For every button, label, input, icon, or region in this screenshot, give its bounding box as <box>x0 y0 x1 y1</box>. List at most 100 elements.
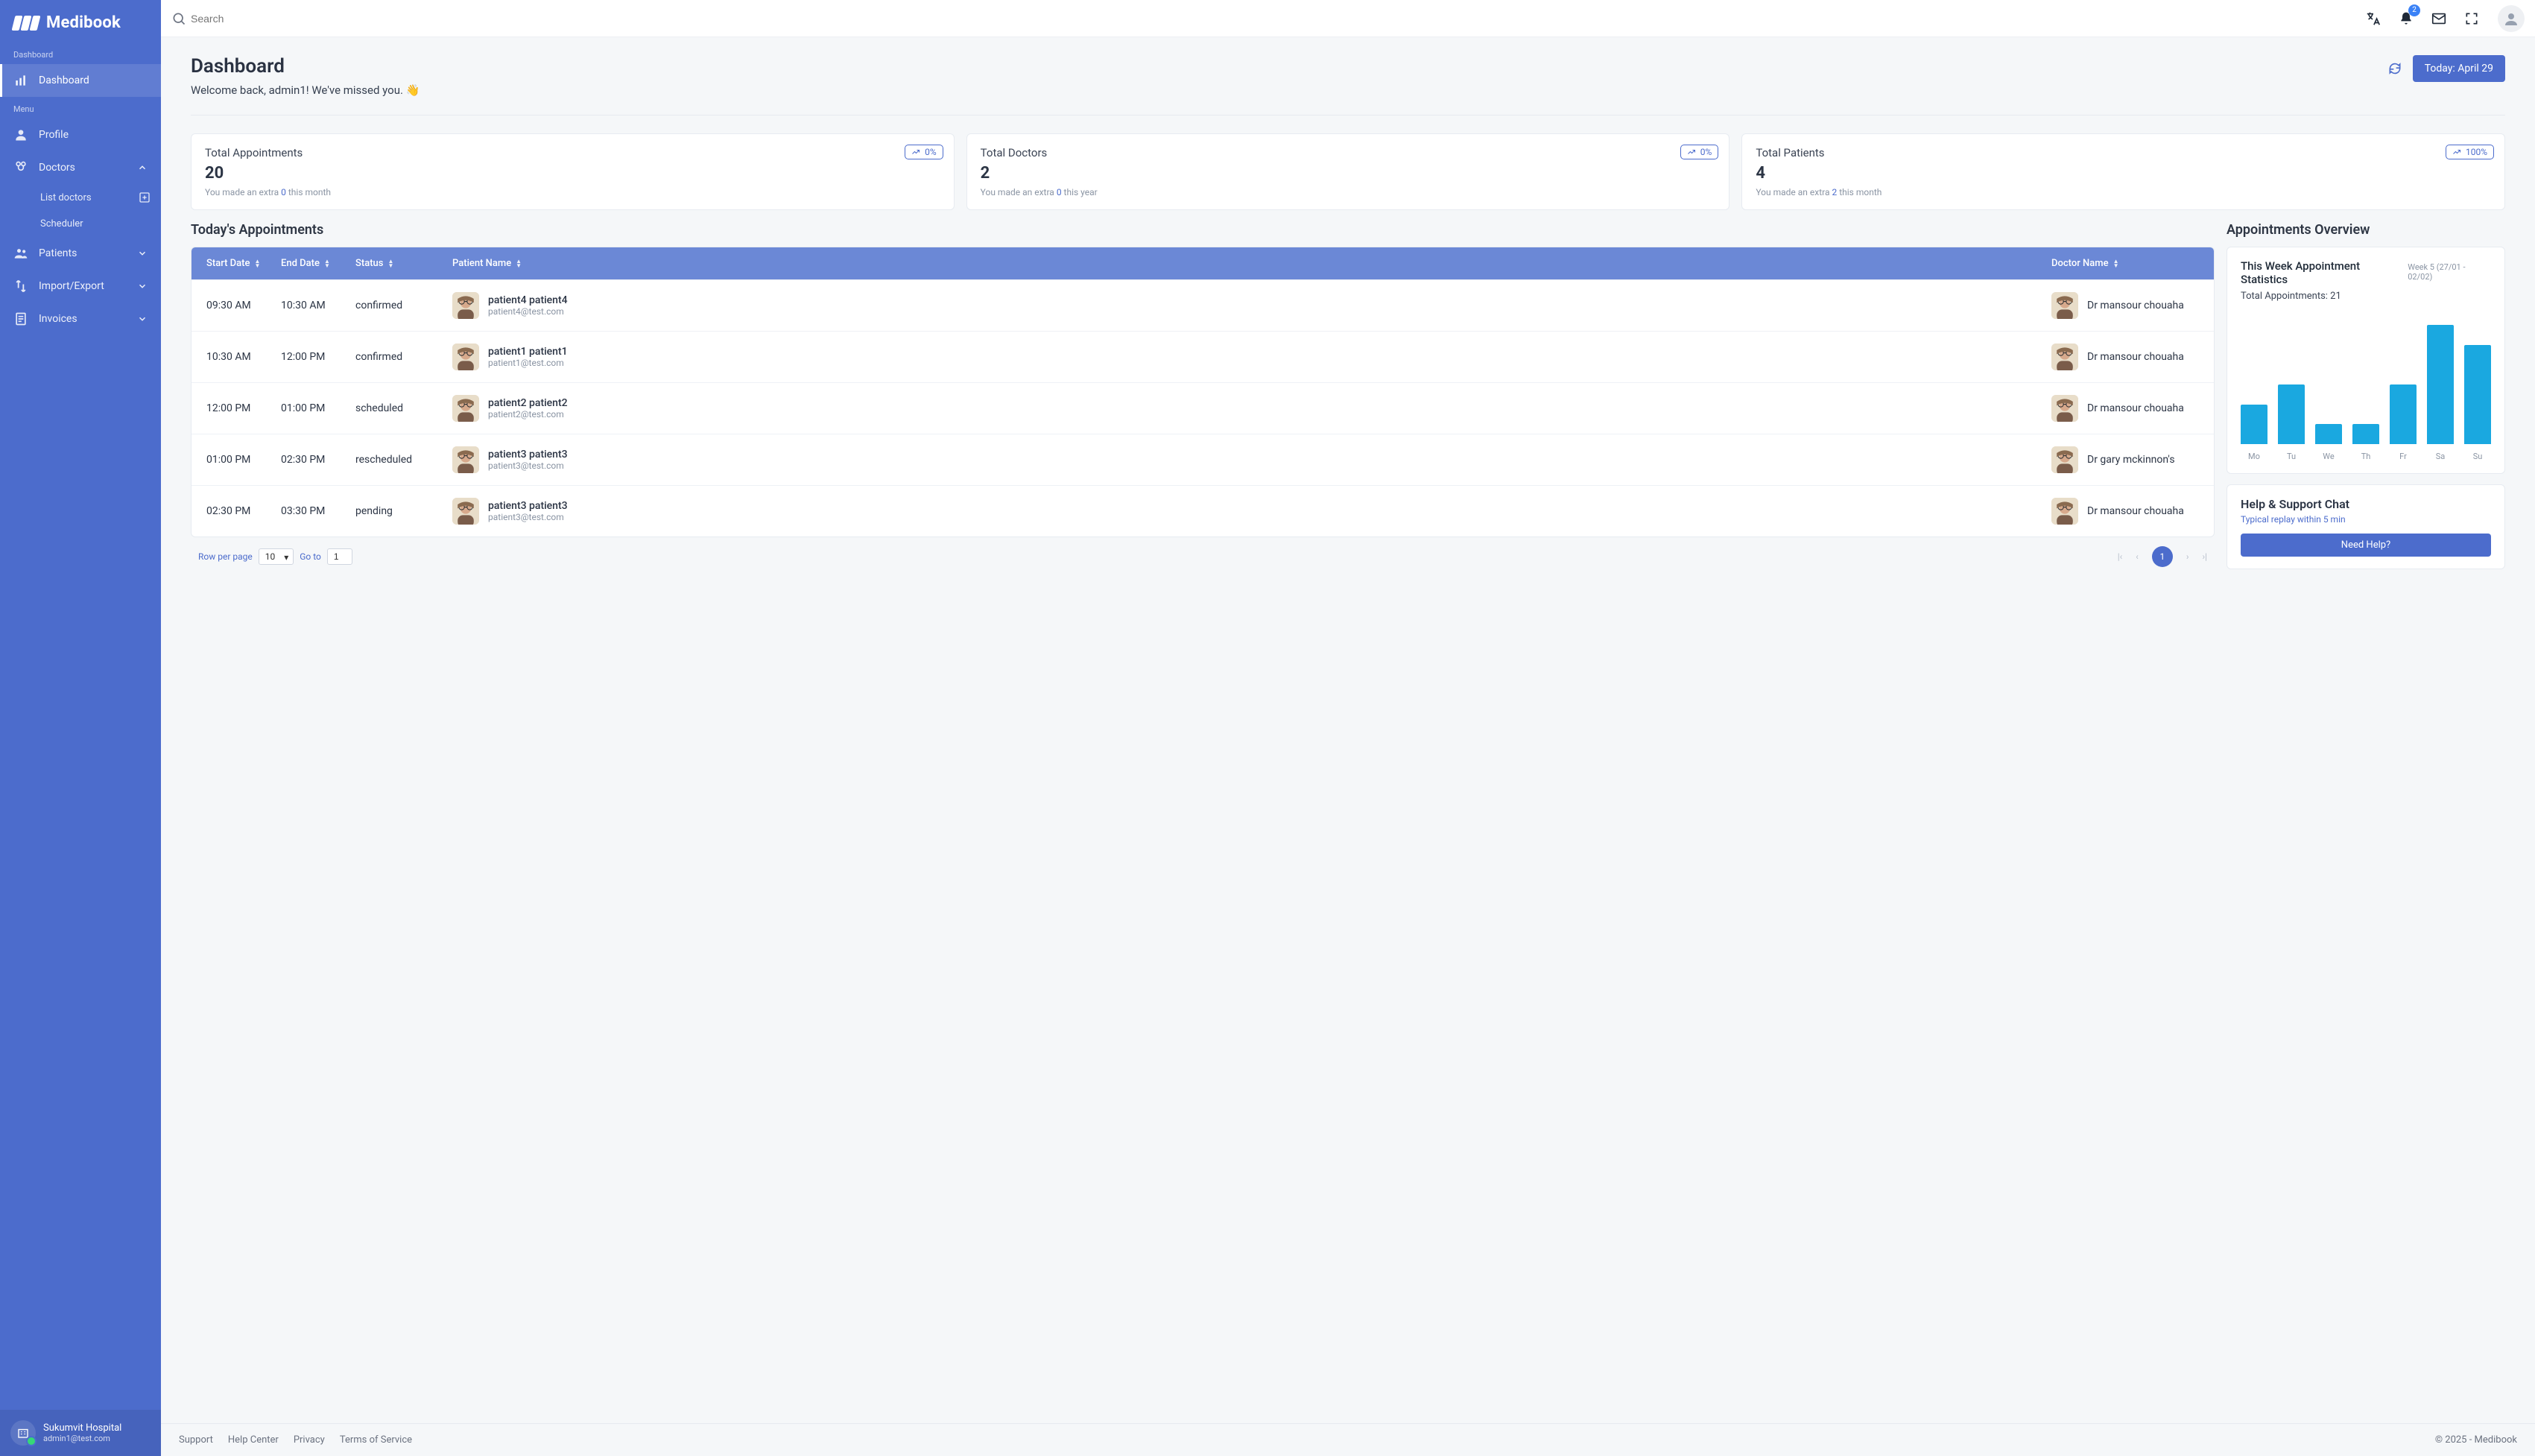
next-page-icon[interactable]: › <box>2186 551 2189 562</box>
bar-icon <box>2278 384 2305 444</box>
patient-name: patient4 patient4 <box>488 294 568 306</box>
brand-logo[interactable]: Medibook <box>0 0 161 42</box>
col-header-end[interactable]: End Date▲▼ <box>276 258 351 269</box>
stat-pct-badge: 0% <box>905 145 943 159</box>
fullscreen-icon[interactable] <box>2462 9 2481 28</box>
patient-cell: patient3 patient3patient3@test.com <box>452 498 568 525</box>
stat-pct-badge: 100% <box>2446 145 2494 159</box>
sidebar-item-label: Profile <box>39 129 69 141</box>
person-icon <box>13 127 28 142</box>
chevron-up-icon <box>137 162 148 173</box>
sidebar-item-doctors[interactable]: Doctors <box>0 151 161 184</box>
chart-total: Total Appointments: 21 <box>2241 291 2491 302</box>
col-header-doctor[interactable]: Doctor Name▲▼ <box>2047 258 2203 269</box>
notifications-icon[interactable]: 2 <box>2396 9 2416 28</box>
stat-card: Total Patients100%4You made an extra 2 t… <box>1741 133 2505 210</box>
table-row[interactable]: 02:30 PM03:30 PMpendingpatient3 patient3… <box>192 485 2214 536</box>
sidebar-sub-list-doctors[interactable]: List doctors <box>0 184 161 211</box>
bar-chart-icon <box>13 73 28 88</box>
appointments-title: Today's Appointments <box>191 222 2215 238</box>
doctor-name: Dr mansour chouaha <box>2087 402 2184 414</box>
cell-end: 10:30 AM <box>276 300 351 311</box>
bar-icon <box>2315 424 2342 444</box>
search-icon <box>171 11 186 26</box>
bar-chart: MoTuWeThFrSaSu <box>2241 312 2491 461</box>
doctor-avatar-icon <box>2051 395 2078 422</box>
plus-box-icon <box>139 192 151 203</box>
bar-icon <box>2241 405 2267 444</box>
sidebar-footer[interactable]: Sukumvit Hospital admin1@test.com <box>0 1410 161 1456</box>
stat-title: Total Appointments <box>205 146 940 159</box>
chart-bar: Fr <box>2390 384 2417 461</box>
patient-name: patient2 patient2 <box>488 397 568 409</box>
bar-icon <box>2427 325 2454 444</box>
sidebar-item-patients[interactable]: Patients <box>0 237 161 270</box>
bar-label: Su <box>2473 452 2483 461</box>
doctor-name: Dr gary mckinnon's <box>2087 454 2175 466</box>
goto-label: Go to <box>300 551 321 562</box>
overview-chart-card: This Week Appointment Statistics Week 5 … <box>2227 247 2505 474</box>
bar-label: Sa <box>2436 452 2446 461</box>
translate-icon[interactable] <box>2364 9 2383 28</box>
goto-input[interactable] <box>327 548 352 565</box>
need-help-button[interactable]: Need Help? <box>2241 534 2491 557</box>
doctor-avatar-icon <box>2051 344 2078 370</box>
doctor-cell: Dr mansour chouaha <box>2051 498 2184 525</box>
sidebar-item-import-export[interactable]: Import/Export <box>0 270 161 303</box>
sidebar-item-profile[interactable]: Profile <box>0 118 161 151</box>
rpp-select[interactable]: 10 ▾ <box>259 548 294 565</box>
prev-page-icon[interactable]: ‹ <box>2136 551 2139 562</box>
patient-name: patient3 patient3 <box>488 449 568 460</box>
stat-value: 20 <box>205 164 940 183</box>
col-header-patient[interactable]: Patient Name▲▼ <box>448 258 2047 269</box>
sidebar-item-label: Import/Export <box>39 280 104 292</box>
patient-cell: patient2 patient2patient2@test.com <box>452 395 568 422</box>
mail-icon[interactable] <box>2429 9 2449 28</box>
user-avatar[interactable] <box>2498 5 2525 32</box>
sidebar-section-menu: Menu <box>0 97 161 118</box>
cell-start: 12:00 PM <box>202 402 276 414</box>
doctor-avatar-icon <box>2051 498 2078 525</box>
patient-avatar-icon <box>452 395 479 422</box>
sidebar-sub-scheduler[interactable]: Scheduler <box>0 211 161 237</box>
footer-terms[interactable]: Terms of Service <box>340 1434 412 1446</box>
footer-copyright: © 2025 - Medibook <box>2435 1434 2517 1446</box>
sort-icon: ▲▼ <box>254 259 260 268</box>
bar-label: Th <box>2361 452 2371 461</box>
col-header-status[interactable]: Status▲▼ <box>351 258 448 269</box>
table-row[interactable]: 09:30 AM10:30 AMconfirmedpatient4 patien… <box>192 279 2214 331</box>
table-row[interactable]: 12:00 PM01:00 PMscheduledpatient2 patien… <box>192 382 2214 434</box>
table-row[interactable]: 10:30 AM12:00 PMconfirmedpatient1 patien… <box>192 331 2214 382</box>
doctor-name: Dr mansour chouaha <box>2087 505 2184 517</box>
footer-help-center[interactable]: Help Center <box>228 1434 279 1446</box>
help-title: Help & Support Chat <box>2241 497 2491 511</box>
footer-support[interactable]: Support <box>179 1434 213 1446</box>
current-page[interactable]: 1 <box>2152 546 2173 567</box>
cell-start: 02:30 PM <box>202 505 276 517</box>
sidebar-item-invoices[interactable]: Invoices <box>0 303 161 335</box>
chart-title: This Week Appointment Statistics <box>2241 259 2408 286</box>
first-page-icon[interactable]: |‹ <box>2118 551 2123 562</box>
bar-label: Fr <box>2399 452 2407 461</box>
cell-status: confirmed <box>351 351 448 363</box>
bar-icon <box>2464 345 2491 444</box>
search-input[interactable] <box>186 7 395 31</box>
topbar: 2 <box>161 0 2535 37</box>
footer-privacy[interactable]: Privacy <box>294 1434 325 1446</box>
table-row[interactable]: 01:00 PM02:30 PMrescheduledpatient3 pati… <box>192 434 2214 485</box>
sidebar-section-dashboard: Dashboard <box>0 42 161 64</box>
sidebar-item-dashboard[interactable]: Dashboard <box>0 64 161 97</box>
last-page-icon[interactable]: ›| <box>2202 551 2207 562</box>
patient-cell: patient4 patient4patient4@test.com <box>452 292 568 319</box>
doctor-name: Dr mansour chouaha <box>2087 300 2184 311</box>
doctor-cell: Dr mansour chouaha <box>2051 344 2184 370</box>
stat-note: You made an extra 2 this month <box>1756 187 2491 197</box>
patient-email: patient1@test.com <box>488 358 568 368</box>
refresh-button[interactable] <box>2387 61 2402 76</box>
col-header-start[interactable]: Start Date▲▼ <box>202 258 276 269</box>
patient-name: patient1 patient1 <box>488 346 568 358</box>
today-button[interactable]: Today: April 29 <box>2413 55 2505 82</box>
invoice-icon <box>13 311 28 326</box>
cell-status: scheduled <box>351 402 448 414</box>
patient-cell: patient3 patient3patient3@test.com <box>452 446 568 473</box>
